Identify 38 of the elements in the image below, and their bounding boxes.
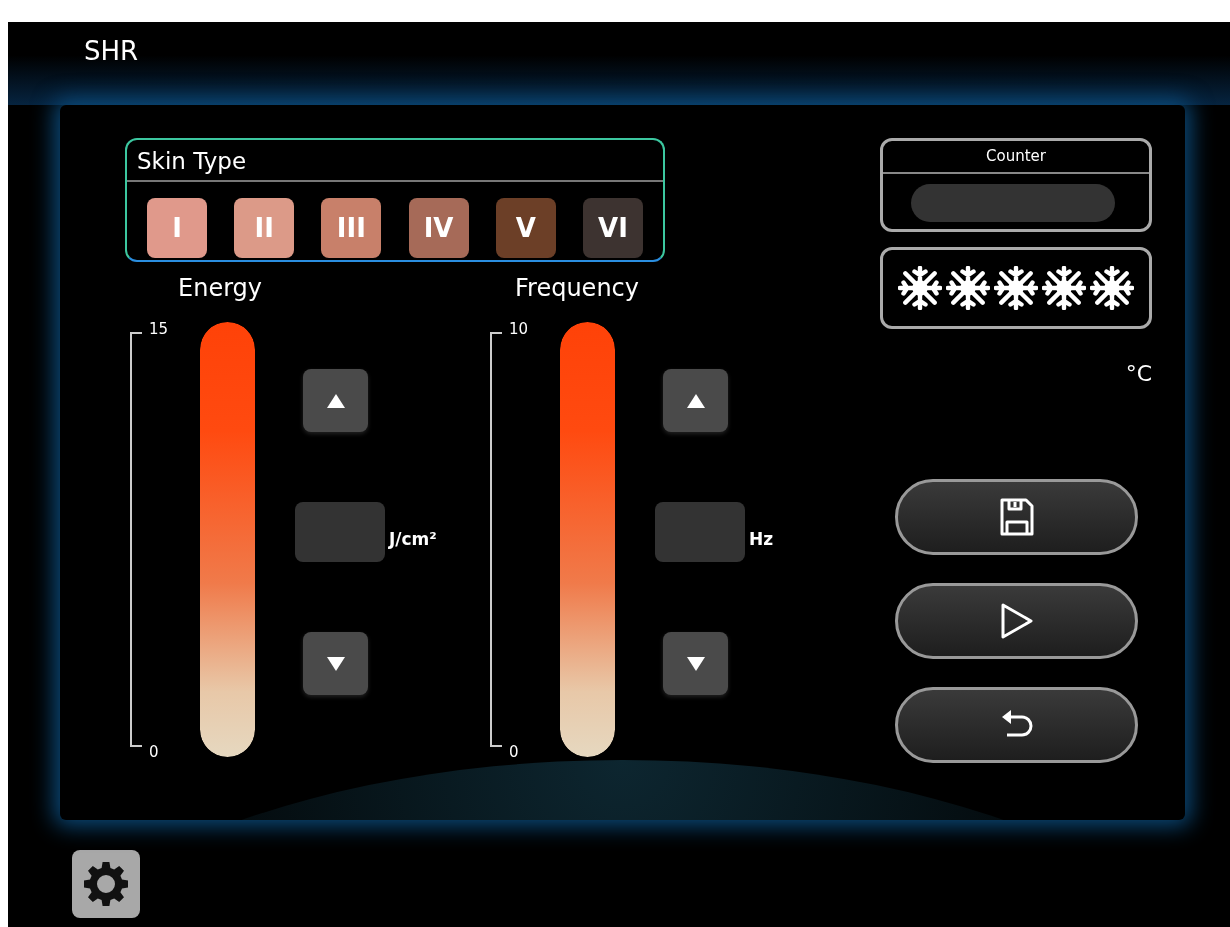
skin-type-button[interactable]: I	[147, 198, 207, 258]
value-field[interactable]	[295, 502, 385, 562]
snowflake-icon	[898, 266, 942, 310]
meter-title: Frequency	[514, 273, 640, 304]
play-icon	[999, 602, 1034, 640]
increase-button[interactable]	[663, 369, 728, 432]
skin-type-button[interactable]: III	[321, 198, 382, 258]
settings-button[interactable]	[72, 850, 140, 918]
counter-field[interactable]	[911, 184, 1115, 222]
snowflake-icon	[994, 266, 1038, 310]
increase-button[interactable]	[303, 369, 368, 432]
skin-type-label: Skin Type	[127, 140, 663, 182]
decrease-button[interactable]	[303, 632, 368, 695]
temperature-unit: °C	[1124, 360, 1152, 388]
unit-label: J/cm²	[389, 528, 437, 552]
down-arrow-icon	[325, 655, 346, 672]
up-arrow-icon	[325, 392, 346, 409]
scale-min-label: 0	[509, 741, 519, 763]
settings-icon	[82, 860, 130, 908]
skin-type-button[interactable]: VI	[582, 198, 643, 258]
snowflake-icon	[946, 266, 990, 310]
up-arrow-icon	[685, 392, 706, 409]
snowflake-icon	[1042, 266, 1086, 310]
snowflake-icon	[1090, 266, 1134, 310]
meter-title: Energy	[177, 273, 264, 304]
value-field[interactable]	[655, 502, 745, 562]
save-icon	[998, 497, 1035, 537]
skin-type-button[interactable]: IV	[408, 198, 469, 258]
down-arrow-icon	[685, 655, 706, 672]
scale-max-label: 10	[509, 319, 529, 340]
skin-type-button[interactable]: II	[234, 198, 295, 258]
counter-label: Counter	[883, 141, 1149, 174]
app-title: SHR	[84, 38, 140, 64]
scale-max-label: 15	[149, 319, 169, 340]
decrease-button[interactable]	[663, 632, 728, 695]
unit-label: Hz	[749, 528, 774, 552]
skin-type-button[interactable]: V	[495, 198, 556, 258]
scale-min-label: 0	[149, 741, 159, 763]
